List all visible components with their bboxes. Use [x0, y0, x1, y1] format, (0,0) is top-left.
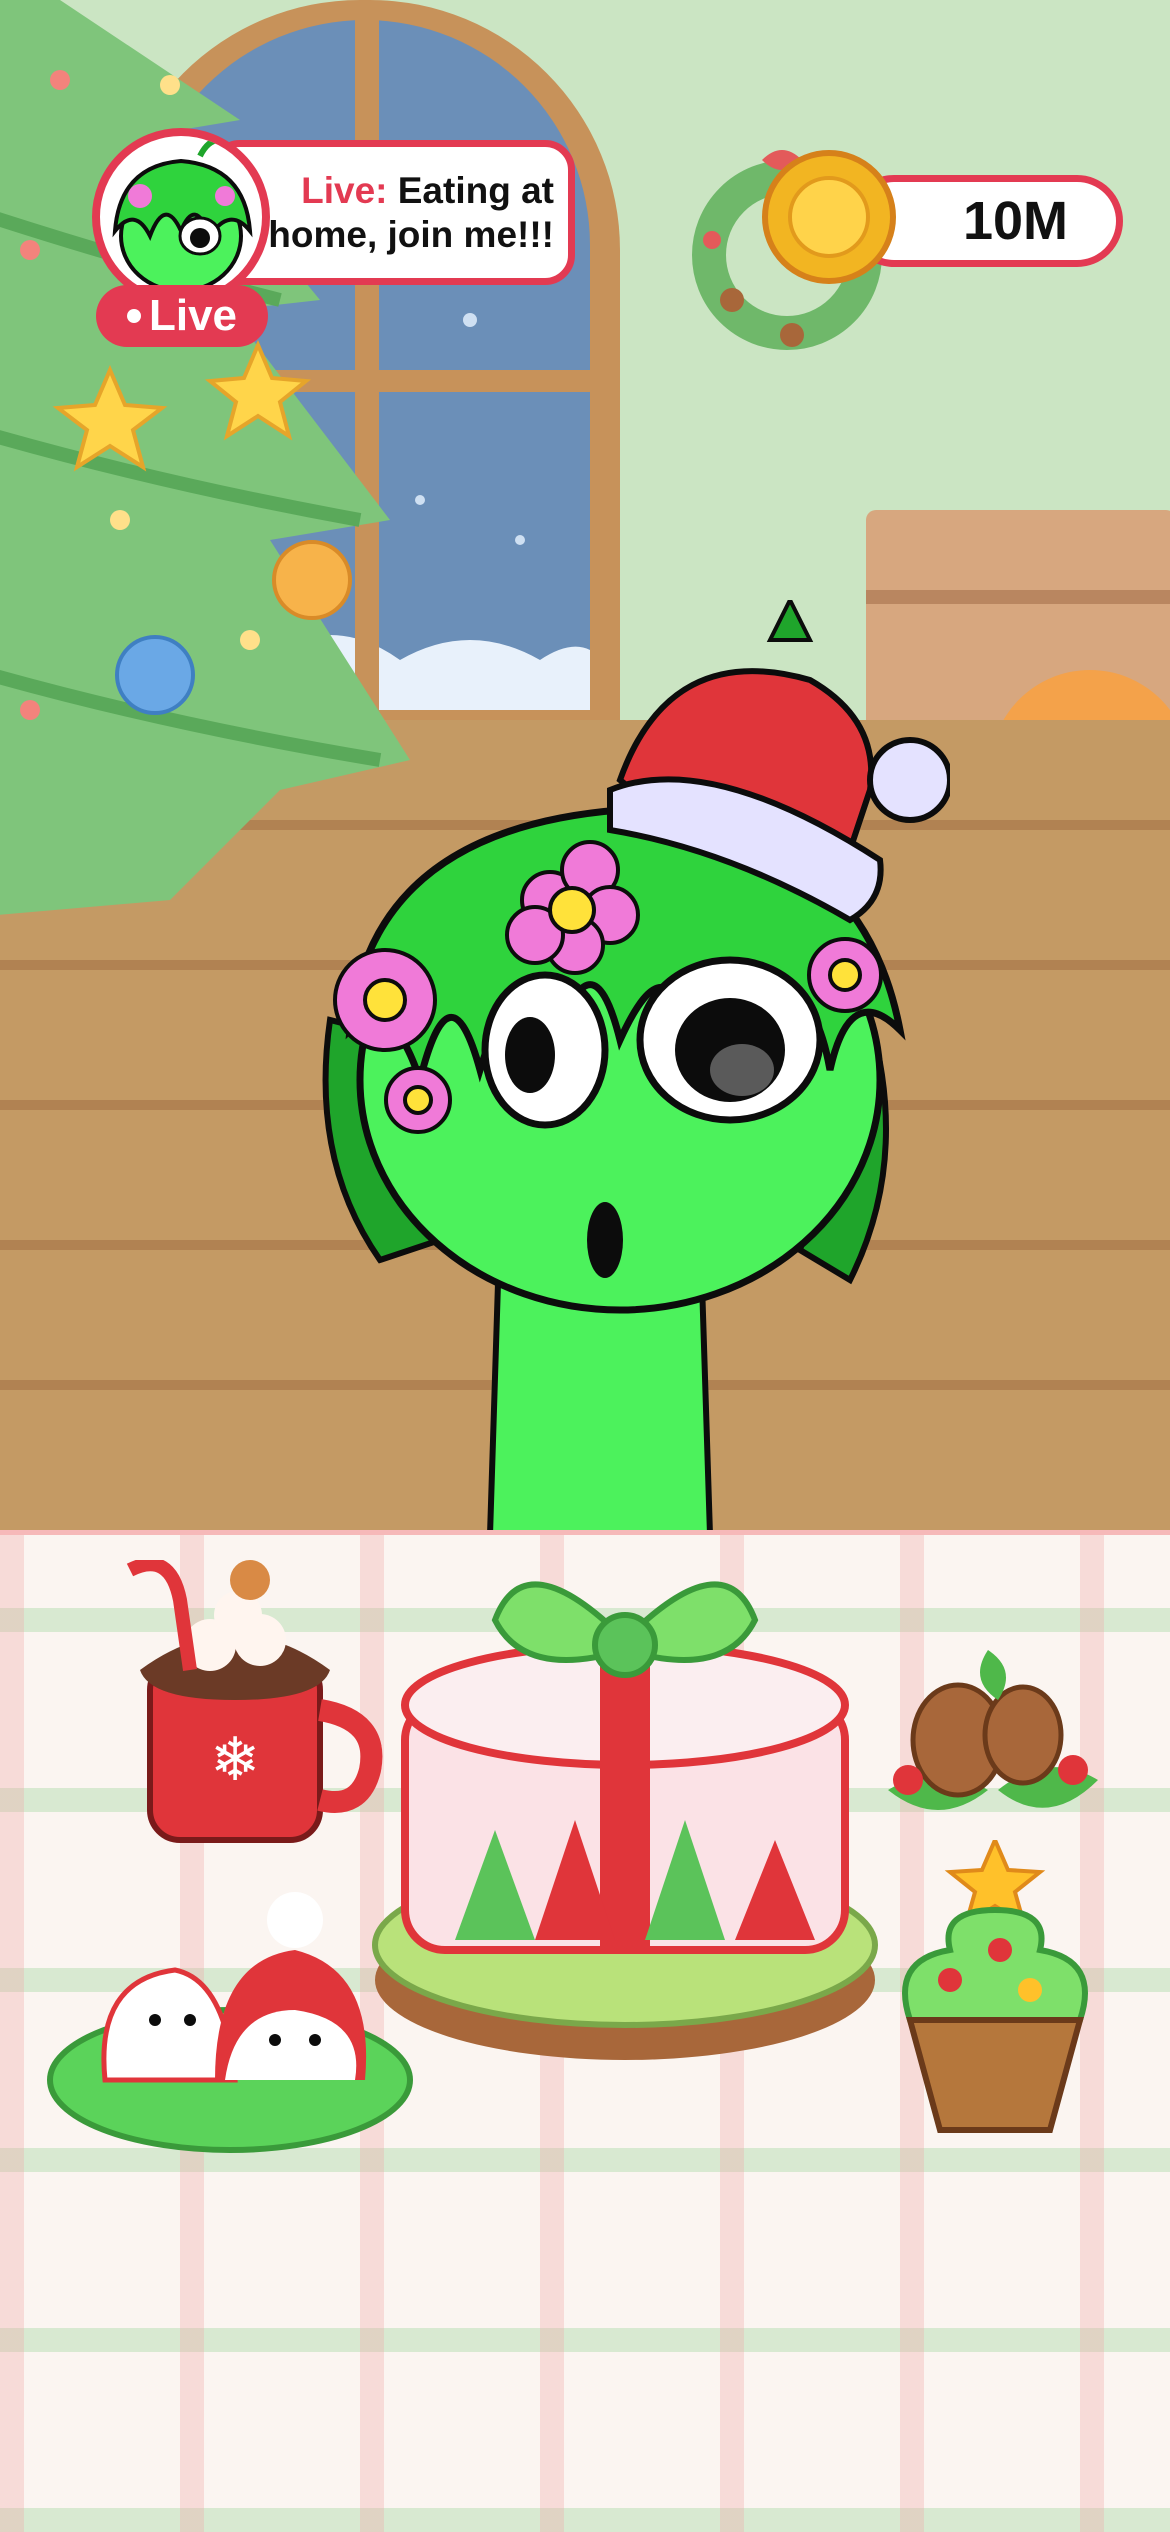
- hair-flower-icon: [384, 1066, 452, 1134]
- christmas-gift-cake[interactable]: [345, 1550, 905, 2070]
- coin-amount: 10M: [962, 191, 1069, 251]
- live-status-prefix: Live:: [301, 169, 388, 211]
- live-status-line-1: Live: Eating at: [301, 169, 554, 213]
- live-badge[interactable]: Live: [96, 285, 268, 347]
- live-badge-label: Live: [148, 291, 238, 340]
- live-dot-icon: [126, 309, 141, 323]
- pinecone-holly[interactable]: [878, 1640, 1108, 1840]
- live-status-text-2: home, join me!!!: [268, 213, 554, 255]
- coin-icon-inner: [788, 176, 870, 258]
- hair-flower-icon: [807, 937, 883, 1013]
- live-avatar[interactable]: [92, 128, 270, 306]
- snowman-meringues[interactable]: [45, 1880, 415, 2160]
- live-status-text-1: Eating at: [387, 169, 554, 211]
- svg-text:❄: ❄: [210, 1725, 260, 1795]
- hair-flower-icon: [333, 948, 437, 1052]
- avatar-character-icon: [112, 137, 253, 293]
- game-scene: ❄ Live: Eating at home, join me!!! Live …: [0, 0, 1170, 2532]
- coin-icon: [762, 150, 896, 284]
- green-character: [322, 600, 950, 1535]
- christmas-tree-cupcake[interactable]: [880, 1840, 1110, 2140]
